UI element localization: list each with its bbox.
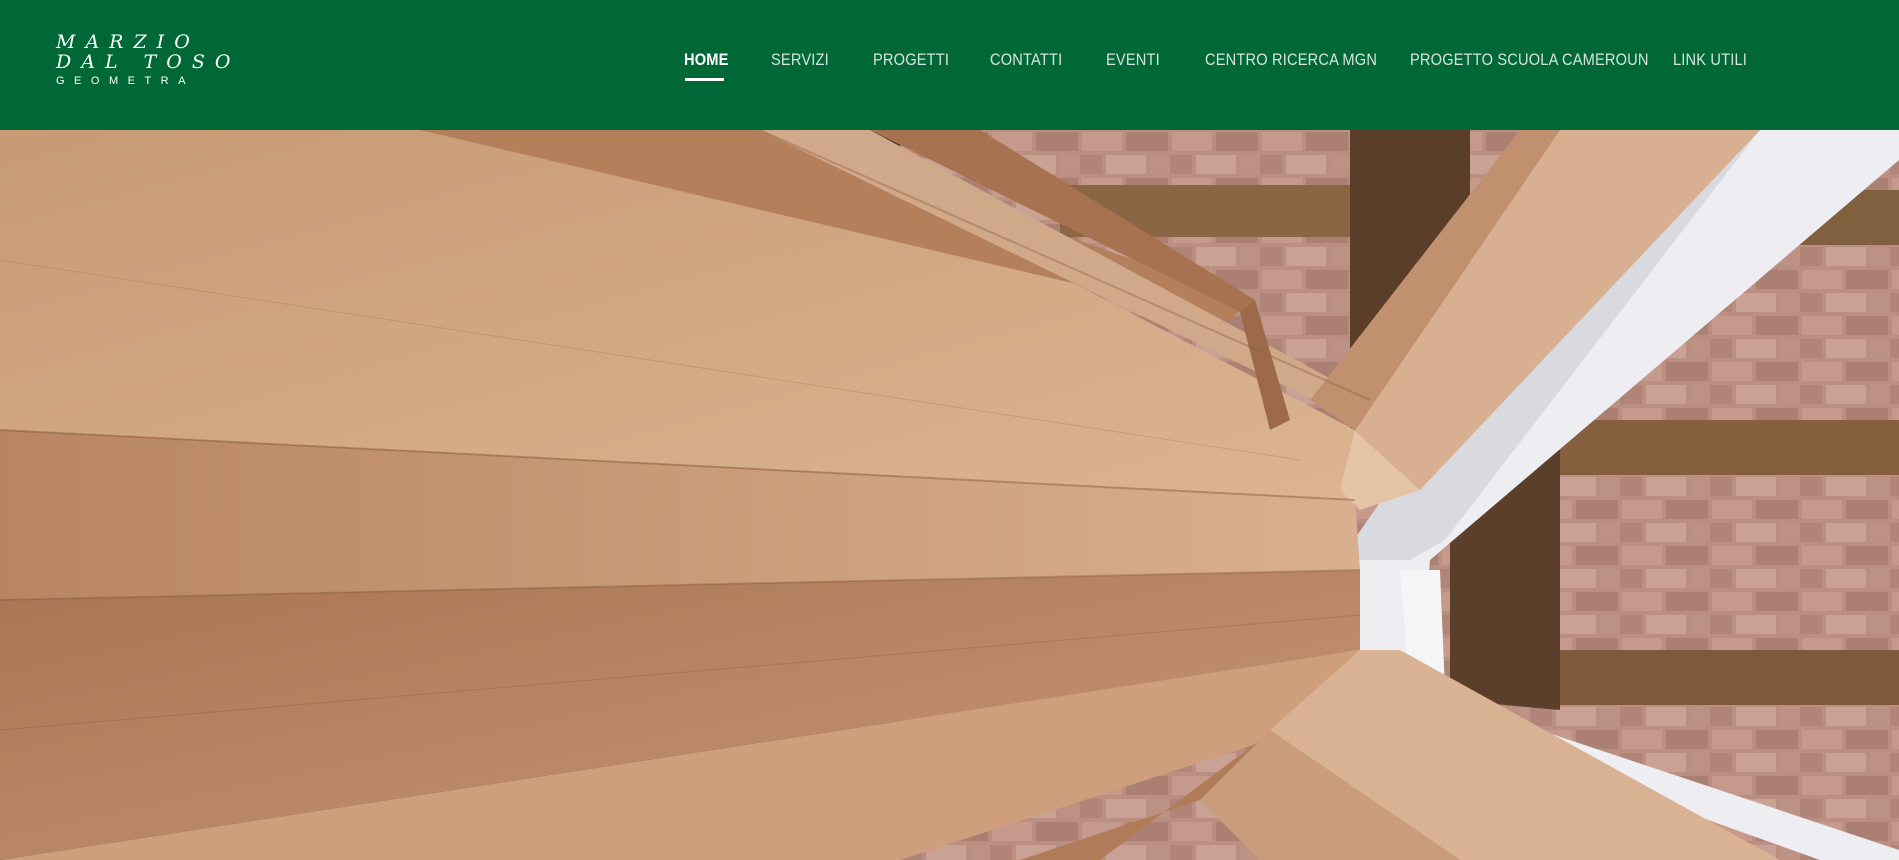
nav-item-servizi[interactable]: SERVIZI bbox=[771, 50, 829, 76]
nav-item-centro-ricerca-mgn[interactable]: CENTRO RICERCA MGN bbox=[1205, 50, 1377, 76]
nav-item-progetto-scuola-cameroun[interactable]: PROGETTO SCUOLA CAMEROUN bbox=[1410, 50, 1649, 76]
nav-item-progetti[interactable]: PROGETTI bbox=[873, 50, 949, 76]
nav-item-link-utili[interactable]: LINK UTILI bbox=[1673, 50, 1747, 76]
nav-item-contatti[interactable]: CONTATTI bbox=[990, 50, 1062, 76]
nav-item-home[interactable]: HOME bbox=[684, 50, 729, 76]
main-navigation: HOME SERVIZI PROGETTI CONTATTI EVENTI CE… bbox=[0, 0, 1899, 130]
nav-item-eventi[interactable]: EVENTI bbox=[1106, 50, 1160, 76]
active-nav-indicator bbox=[685, 78, 724, 81]
site-header: MARZIO DAL TOSO GEOMETRA HOME SERVIZI PR… bbox=[0, 0, 1899, 130]
hero-image bbox=[0, 130, 1899, 860]
hero-photo-wooden-ceiling bbox=[0, 130, 1899, 860]
